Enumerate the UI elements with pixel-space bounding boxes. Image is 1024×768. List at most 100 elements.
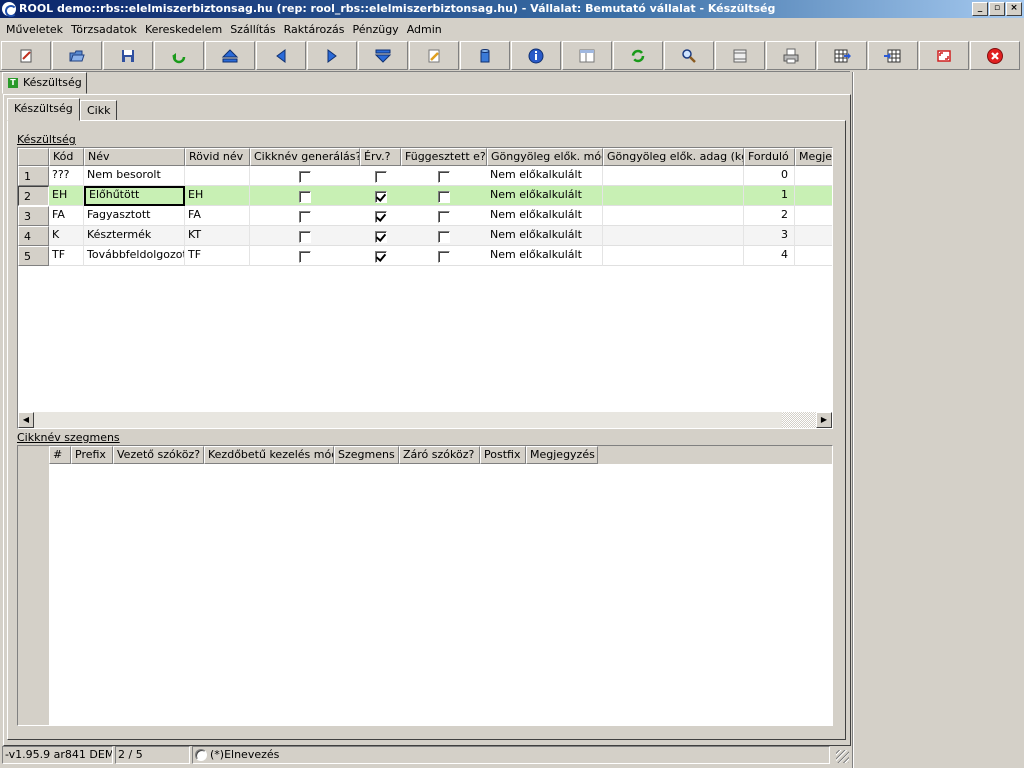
cell-kod[interactable]: FA: [49, 206, 84, 226]
col-header-gongyoleg-mod[interactable]: Göngyöleg elők. mód: [487, 148, 603, 166]
info-button[interactable]: [511, 41, 561, 70]
minimize-button[interactable]: _: [972, 2, 988, 16]
checkbox-erv[interactable]: [375, 171, 387, 183]
col-header-gongyoleg-adag[interactable]: Göngyöleg elők. adag (kg): [603, 148, 744, 166]
menu-torzsadatok[interactable]: Törzsadatok: [67, 20, 141, 39]
cell-fordulo[interactable]: 0: [744, 166, 795, 186]
restore-button[interactable]: ▫: [989, 2, 1005, 16]
col-header-kod[interactable]: Kód: [49, 148, 84, 166]
sync-button[interactable]: [613, 41, 663, 70]
first-record-button[interactable]: [205, 41, 255, 70]
col-header-szegmens[interactable]: Szegmens: [334, 446, 399, 464]
col-header-megjegyzes[interactable]: Megjeg: [795, 148, 832, 166]
cell-fordulo[interactable]: 3: [744, 226, 795, 246]
cell-kod[interactable]: ???: [49, 166, 84, 186]
import-grid-button[interactable]: [868, 41, 918, 70]
row-header[interactable]: 2: [18, 186, 49, 206]
cell-adag[interactable]: [603, 226, 744, 246]
checkbox-erv[interactable]: [375, 211, 387, 223]
checkbox-fugg[interactable]: [438, 231, 450, 243]
checkbox-cikk[interactable]: [299, 231, 311, 243]
cell-rovid[interactable]: FA: [185, 206, 250, 226]
previous-record-button[interactable]: [256, 41, 306, 70]
cell-adag[interactable]: [603, 186, 744, 206]
col-header-postfix[interactable]: Postfix: [480, 446, 526, 464]
col-header-erv[interactable]: Érv.?: [360, 148, 401, 166]
cell-kod[interactable]: K: [49, 226, 84, 246]
export-grid-button[interactable]: [817, 41, 867, 70]
tab-cikk[interactable]: Cikk: [80, 100, 118, 120]
checkbox-cikk[interactable]: [299, 211, 311, 223]
checkbox-erv[interactable]: [375, 191, 387, 203]
cell-adag[interactable]: [603, 246, 744, 266]
open-button[interactable]: [52, 41, 102, 70]
close-app-button[interactable]: [970, 41, 1020, 70]
checkbox-cikk[interactable]: [299, 251, 311, 263]
database-button[interactable]: [460, 41, 510, 70]
cell-nev[interactable]: Továbbfeldolgozott: [84, 246, 185, 266]
checkbox-fugg[interactable]: [438, 171, 450, 183]
cell-megj[interactable]: [795, 206, 832, 226]
checkbox-erv[interactable]: [375, 251, 387, 263]
search-button[interactable]: [664, 41, 714, 70]
save-button[interactable]: [103, 41, 153, 70]
last-record-button[interactable]: [358, 41, 408, 70]
checkbox-fugg[interactable]: [438, 211, 450, 223]
row-header[interactable]: 1: [18, 166, 49, 186]
row-header[interactable]: 5: [18, 246, 49, 266]
cell-megj[interactable]: [795, 166, 832, 186]
cell-rovid[interactable]: KT: [185, 226, 250, 246]
cell-adag[interactable]: [603, 206, 744, 226]
cell-megj[interactable]: [795, 246, 832, 266]
cell-fordulo[interactable]: 4: [744, 246, 795, 266]
cell-kod[interactable]: EH: [49, 186, 84, 206]
cell-megj[interactable]: [795, 226, 832, 246]
row-header[interactable]: 4: [18, 226, 49, 246]
scroll-thumb-track[interactable]: [782, 412, 816, 428]
col-header-kezdobetu[interactable]: Kezdőbetű kezelés mód: [204, 446, 334, 464]
cell-megj[interactable]: [795, 186, 832, 206]
cell-fordulo[interactable]: 2: [744, 206, 795, 226]
form-layout-button[interactable]: [562, 41, 612, 70]
checkbox-fugg[interactable]: [438, 191, 450, 203]
checkbox-cikk[interactable]: [299, 191, 311, 203]
cell-nev-focused[interactable]: Előhűtött: [84, 186, 185, 206]
menu-szallitas[interactable]: Szállítás: [226, 20, 279, 39]
close-window-button[interactable]: ×: [1006, 2, 1022, 16]
menu-penzugy[interactable]: Pénzügy: [348, 20, 402, 39]
checkbox-fugg[interactable]: [438, 251, 450, 263]
fullscreen-button[interactable]: [919, 41, 969, 70]
print-button[interactable]: [766, 41, 816, 70]
edit-button[interactable]: [409, 41, 459, 70]
horizontal-scrollbar[interactable]: ◀ ▶: [18, 412, 832, 428]
col-header-megjegyzes2[interactable]: Megjegyzés: [526, 446, 598, 464]
col-header-nev[interactable]: Név: [84, 148, 185, 166]
menu-admin[interactable]: Admin: [403, 20, 446, 39]
doc-tab-keszultseg[interactable]: T Készültség: [2, 72, 87, 94]
col-header-rovid-nev[interactable]: Rövid név: [185, 148, 250, 166]
cell-adag[interactable]: [603, 166, 744, 186]
col-header-fordulo[interactable]: Forduló: [744, 148, 795, 166]
checkbox-cikk[interactable]: [299, 171, 311, 183]
menu-kereskedelem[interactable]: Kereskedelem: [141, 20, 226, 39]
cell-rovid[interactable]: EH: [185, 186, 250, 206]
cell-mod[interactable]: Nem előkalkulált: [487, 186, 603, 206]
cell-kod[interactable]: TF: [49, 246, 84, 266]
cell-fordulo[interactable]: 1: [744, 186, 795, 206]
tab-keszultseg[interactable]: Készültség: [7, 98, 80, 121]
refresh-button[interactable]: [154, 41, 204, 70]
split-view-button[interactable]: [715, 41, 765, 70]
menu-raktarozas[interactable]: Raktározás: [280, 20, 349, 39]
cell-nev[interactable]: Nem besorolt: [84, 166, 185, 186]
row-header[interactable]: 3: [18, 206, 49, 226]
naming-radio[interactable]: [195, 749, 207, 761]
scroll-left-button[interactable]: ◀: [18, 412, 34, 428]
col-header-prefix[interactable]: Prefix: [71, 446, 113, 464]
checkbox-erv[interactable]: [375, 231, 387, 243]
next-record-button[interactable]: [307, 41, 357, 70]
cell-nev[interactable]: Késztermék: [84, 226, 185, 246]
menu-muveletek[interactable]: Műveletek: [0, 20, 67, 39]
cell-nev[interactable]: Fagyasztott: [84, 206, 185, 226]
cell-rovid[interactable]: [185, 166, 250, 186]
col-header-zaro-szokoz[interactable]: Záró szóköz?: [399, 446, 480, 464]
